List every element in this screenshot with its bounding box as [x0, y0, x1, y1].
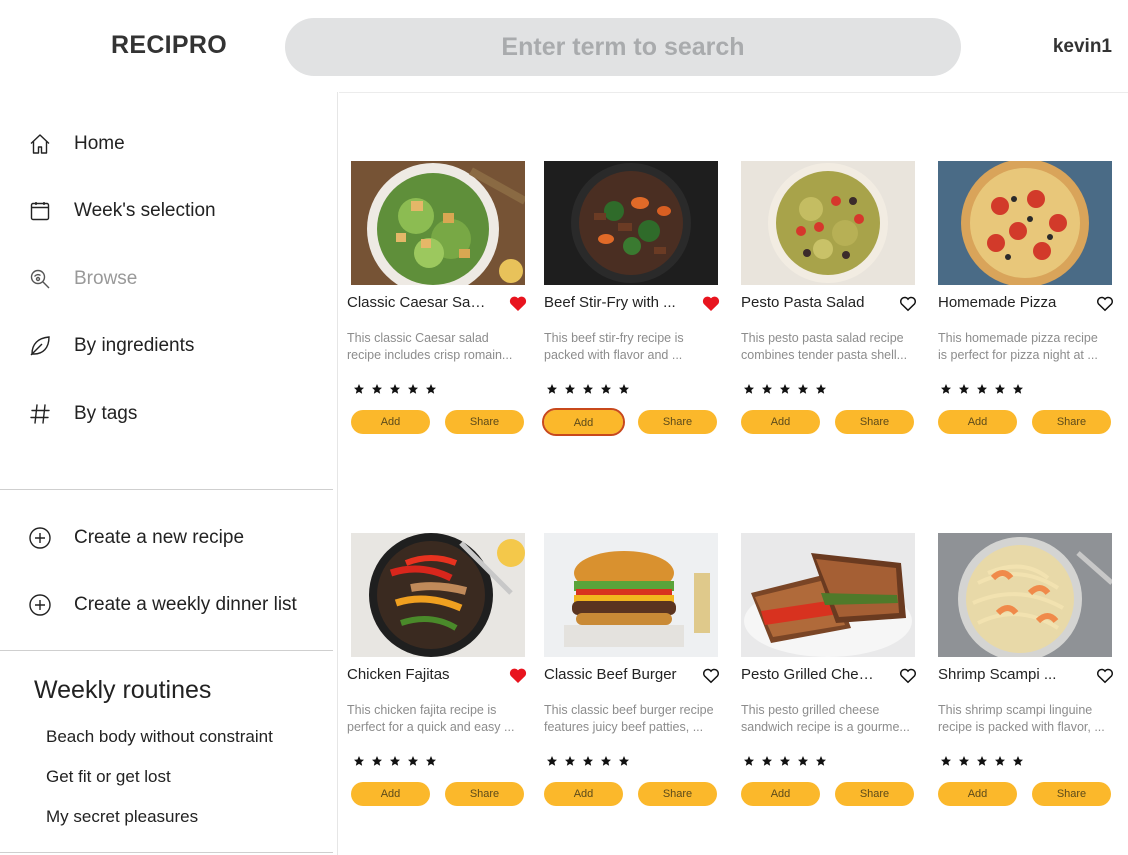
hashtag-icon: [30, 404, 50, 424]
recipe-card[interactable]: Beef Stir-Fry with ... This beef stir-fr…: [542, 161, 720, 451]
recipe-description: This classic Caesar salad recipe includes…: [347, 331, 513, 362]
rating-stars[interactable]: [743, 383, 827, 395]
share-button[interactable]: Share: [638, 782, 717, 806]
recipe-title[interactable]: Pesto Grilled Cheese: [741, 666, 881, 683]
shrimp-scampi-photo[interactable]: [938, 533, 1112, 657]
leaf-icon: [30, 336, 50, 356]
recipe-description: This homemade pizza recipe is perfect for…: [938, 331, 1098, 362]
add-button[interactable]: Add: [351, 782, 430, 806]
sidebar-item-browse[interactable]: Browse: [28, 264, 137, 294]
grilled-cheese-photo[interactable]: [741, 533, 915, 657]
create-recipe-button[interactable]: Create a new recipe: [28, 523, 244, 553]
recipe-description: This chicken fajita recipe is perfect for…: [347, 703, 515, 734]
recipe-card[interactable]: Pesto Grilled Cheese This pesto grilled …: [741, 533, 917, 823]
recipe-card[interactable]: Classic Caesar Salad This classic Caesar…: [347, 161, 527, 451]
rating-stars[interactable]: [546, 755, 630, 767]
app-logo[interactable]: RECIPRO: [111, 31, 227, 60]
rating-stars[interactable]: [353, 755, 437, 767]
sidebar-item-label: By tags: [74, 403, 138, 424]
favorite-heart-icon[interactable]: [509, 667, 527, 684]
rating-stars[interactable]: [743, 755, 827, 767]
add-button[interactable]: Add: [938, 410, 1017, 434]
recipe-description: This classic beef burger recipe features …: [544, 703, 714, 734]
favorite-heart-icon[interactable]: [702, 295, 720, 312]
add-button[interactable]: Add: [544, 782, 623, 806]
recipe-card[interactable]: Pesto Pasta Salad This pesto pasta salad…: [741, 161, 917, 451]
sidebar: Home Week's selection Browse By ingredie…: [0, 92, 338, 855]
sidebar-item-label: By ingredients: [74, 335, 195, 356]
recipe-title[interactable]: Chicken Fajitas: [347, 666, 487, 683]
user-name[interactable]: kevin1: [1053, 36, 1112, 58]
recipe-card[interactable]: Chicken Fajitas This chicken fajita reci…: [347, 533, 527, 823]
share-button[interactable]: Share: [1032, 410, 1111, 434]
sidebar-item-label: Week's selection: [74, 200, 216, 221]
share-button[interactable]: Share: [445, 410, 524, 434]
sidebar-item-home[interactable]: Home: [28, 129, 125, 159]
share-button[interactable]: Share: [835, 782, 914, 806]
recipe-title[interactable]: Shrimp Scampi ...: [938, 666, 1078, 683]
rating-stars[interactable]: [353, 383, 437, 395]
search-input[interactable]: [285, 18, 961, 76]
recipe-title[interactable]: Classic Caesar Salad: [347, 294, 487, 311]
create-dinner-list-button[interactable]: Create a weekly dinner list: [28, 590, 297, 620]
recipe-title[interactable]: Beef Stir-Fry with ...: [544, 294, 684, 311]
beef-burger-photo[interactable]: [544, 533, 718, 657]
recipe-card[interactable]: Shrimp Scampi ... This shrimp scampi lin…: [938, 533, 1114, 823]
rating-stars[interactable]: [940, 755, 1024, 767]
plus-circle-icon: [29, 594, 51, 616]
routine-item[interactable]: Beach body without constraint: [46, 727, 273, 747]
sidebar-item-weeks-selection[interactable]: Week's selection: [28, 196, 216, 226]
favorite-heart-icon[interactable]: [509, 295, 527, 312]
recipe-grid: Classic Caesar Salad This classic Caesar…: [339, 92, 1128, 855]
recipe-card[interactable]: Classic Beef Burger This classic beef bu…: [544, 533, 720, 823]
recipe-description: This pesto grilled cheese sandwich recipe…: [741, 703, 910, 734]
recipe-description: This pesto pasta salad recipe combines te…: [741, 331, 908, 362]
plus-circle-icon: [29, 527, 51, 549]
routine-item[interactable]: My secret pleasures: [46, 807, 198, 827]
chicken-fajitas-photo[interactable]: [351, 533, 525, 657]
add-button[interactable]: Add: [542, 408, 625, 436]
recipe-description: This shrimp scampi linguine recipe is pac…: [938, 703, 1105, 734]
browse-icon: [30, 269, 50, 289]
share-button[interactable]: Share: [1032, 782, 1111, 806]
favorite-heart-icon[interactable]: [899, 295, 917, 312]
add-button[interactable]: Add: [741, 782, 820, 806]
beef-stir-fry-photo[interactable]: [544, 161, 718, 285]
sidebar-divider: [0, 650, 333, 651]
create-recipe-label: Create a new recipe: [74, 527, 245, 548]
favorite-heart-icon[interactable]: [1096, 667, 1114, 684]
favorite-heart-icon[interactable]: [702, 667, 720, 684]
top-bar: RECIPRO kevin1: [0, 0, 1128, 92]
share-button[interactable]: Share: [835, 410, 914, 434]
recipe-card[interactable]: Homemade Pizza This homemade pizza recip…: [938, 161, 1114, 451]
favorite-heart-icon[interactable]: [899, 667, 917, 684]
home-icon: [30, 134, 50, 154]
recipe-title[interactable]: Homemade Pizza: [938, 294, 1078, 311]
sidebar-item-label: Home: [74, 133, 125, 154]
caesar-salad-photo[interactable]: [351, 161, 525, 285]
add-button[interactable]: Add: [741, 410, 820, 434]
calendar-icon: [30, 202, 50, 221]
routine-item[interactable]: Get fit or get lost: [46, 767, 171, 787]
recipe-description: This beef stir-fry recipe is packed with …: [544, 331, 684, 362]
weekly-routines-heading: Weekly routines: [34, 676, 212, 704]
share-button[interactable]: Share: [445, 782, 524, 806]
favorite-heart-icon[interactable]: [1096, 295, 1114, 312]
create-dinner-list-label: Create a weekly dinner list: [74, 594, 297, 615]
sidebar-divider: [0, 489, 333, 490]
recipe-title[interactable]: Pesto Pasta Salad: [741, 294, 881, 311]
sidebar-item-by-tags[interactable]: By tags: [28, 399, 137, 429]
add-button[interactable]: Add: [938, 782, 1017, 806]
recipe-title[interactable]: Classic Beef Burger: [544, 666, 684, 683]
add-button[interactable]: Add: [351, 410, 430, 434]
sidebar-item-by-ingredients[interactable]: By ingredients: [28, 331, 194, 361]
pesto-pasta-salad-photo[interactable]: [741, 161, 915, 285]
sidebar-item-label: Browse: [74, 268, 138, 289]
sidebar-divider: [0, 852, 333, 853]
rating-stars[interactable]: [546, 383, 630, 395]
rating-stars[interactable]: [940, 383, 1024, 395]
homemade-pizza-photo[interactable]: [938, 161, 1112, 285]
share-button[interactable]: Share: [638, 410, 717, 434]
